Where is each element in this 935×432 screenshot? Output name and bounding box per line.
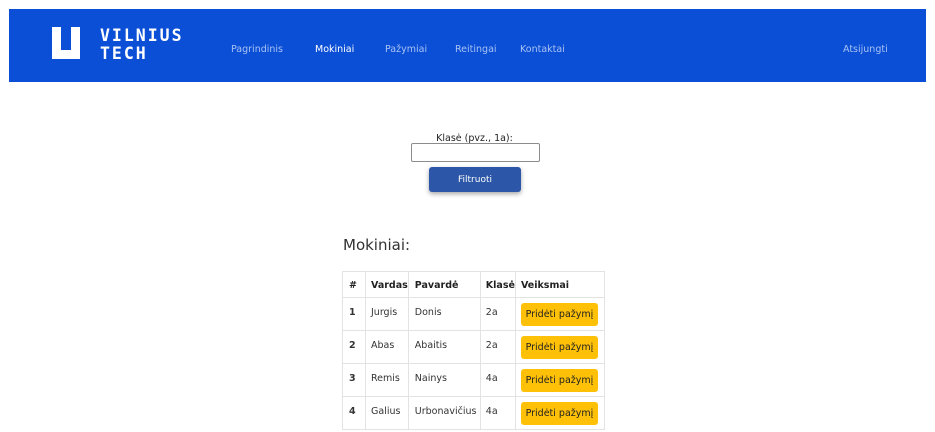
class-filter-input[interactable]: [411, 143, 540, 162]
logout-link[interactable]: Atsijungti: [843, 44, 888, 55]
student-last-name: Nainys: [407, 363, 481, 397]
column-header-first-name: Vardas: [365, 271, 409, 298]
table-row: 2 Abas Abaitis 2a Pridėti pažymį: [342, 330, 605, 364]
nav-pagrindinis[interactable]: Pagrindinis: [231, 44, 283, 55]
vilnius-tech-logo[interactable]: VILNIUS TECH: [49, 24, 209, 68]
row-actions: Pridėti pažymį: [514, 330, 605, 364]
row-number: 2: [342, 330, 366, 364]
add-grade-button[interactable]: Pridėti pažymį: [520, 369, 598, 392]
row-actions: Pridėti pažymį: [514, 396, 605, 430]
nav-mokiniai[interactable]: Mokiniai: [315, 44, 354, 55]
table-row: 1 Jurgis Donis 2a Pridėti pažymį: [342, 297, 605, 331]
student-first-name: Remis: [365, 363, 409, 397]
table-row: 3 Remis Nainys 4a Pridėti pažymį: [342, 363, 605, 397]
table-row: 4 Galius Urbonavičius 4a Pridėti pažymį: [342, 396, 605, 430]
logo-text: VILNIUS TECH: [100, 27, 184, 63]
nav-kontaktai[interactable]: Kontaktai: [520, 44, 565, 55]
add-grade-button[interactable]: Pridėti pažymį: [520, 303, 598, 326]
student-first-name: Jurgis: [365, 297, 409, 331]
student-first-name: Galius: [365, 396, 409, 430]
nav-pazymiai[interactable]: Pažymiai: [385, 44, 427, 55]
student-class: 4a: [479, 396, 516, 430]
row-number: 3: [342, 363, 366, 397]
column-header-actions: Veiksmai: [514, 271, 605, 298]
filter-button[interactable]: Filtruoti: [429, 167, 521, 192]
student-class: 2a: [479, 330, 516, 364]
student-last-name: Abaitis: [407, 330, 481, 364]
students-title: Mokiniai:: [343, 236, 411, 254]
vilnius-tech-logo-icon: [52, 27, 80, 59]
row-actions: Pridėti pažymį: [514, 297, 605, 331]
student-last-name: Donis: [407, 297, 481, 331]
top-navbar: VILNIUS TECH Pagrindinis Mokiniai Pažymi…: [9, 9, 926, 82]
student-last-name: Urbonavičius: [407, 396, 481, 430]
column-header-last-name: Pavardė: [407, 271, 481, 298]
row-number: 4: [342, 396, 366, 430]
logo-line-2: TECH: [100, 44, 148, 63]
table-header-row: # Vardas Pavardė Klasė Veiksmai: [342, 271, 605, 298]
student-first-name: Abas: [365, 330, 409, 364]
row-actions: Pridėti pažymį: [514, 363, 605, 397]
student-class: 2a: [479, 297, 516, 331]
student-class: 4a: [479, 363, 516, 397]
row-number: 1: [342, 297, 366, 331]
logo-line-1: VILNIUS: [100, 26, 184, 45]
nav-reitingai[interactable]: Reitingai: [455, 44, 497, 55]
column-header-class: Klasė: [479, 271, 516, 298]
students-table: # Vardas Pavardė Klasė Veiksmai 1 Jurgis…: [342, 271, 605, 430]
add-grade-button[interactable]: Pridėti pažymį: [520, 336, 598, 359]
column-header-number: #: [342, 271, 366, 298]
add-grade-button[interactable]: Pridėti pažymį: [520, 402, 598, 425]
